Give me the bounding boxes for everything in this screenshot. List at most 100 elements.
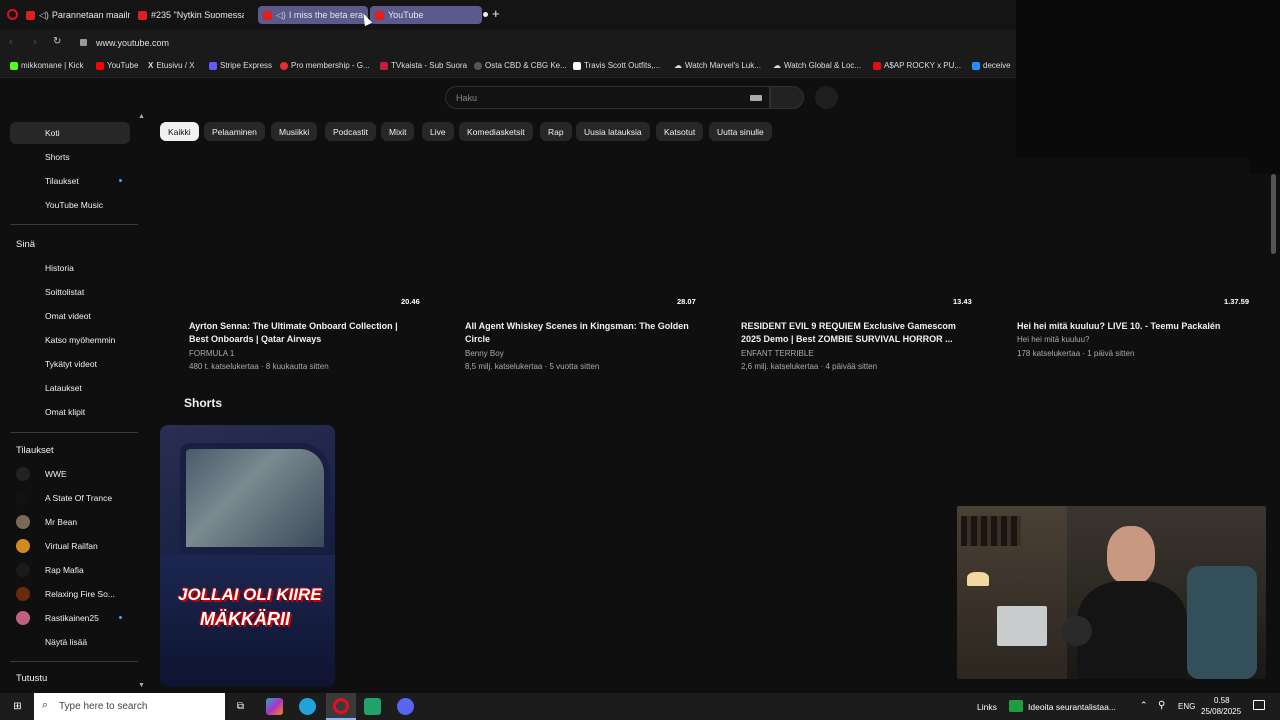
divider [10, 432, 138, 433]
tab-nytkin[interactable]: #235 "Nytkin Suomessa o [138, 6, 244, 24]
tab-beta-era[interactable]: ◁) I miss the beta era × [258, 6, 368, 24]
bookmark-global[interactable]: ☁ Watch Global & Loc... [773, 61, 861, 70]
bookmark-cbd[interactable]: Osta CBD & CBG Ke... [474, 61, 567, 70]
network-icon[interactable]: ⚲ [1158, 700, 1165, 711]
video-thumbnail[interactable] [160, 158, 422, 306]
back-icon[interactable]: ‹ [9, 36, 13, 48]
sidebar-item-label: Koti [45, 128, 60, 138]
video-thumbnail[interactable] [988, 158, 1250, 306]
bookmark-x[interactable]: X Etusivu / X [148, 61, 195, 70]
voice-search-icon[interactable] [815, 86, 838, 109]
sidebar-sub-rastikainen25[interactable]: Rastikainen25 [10, 607, 130, 629]
links-label[interactable]: Links [977, 702, 997, 712]
sidebar-sub-mr-bean[interactable]: Mr Bean [10, 511, 130, 533]
clock-date[interactable]: 25/08/2025 [1201, 707, 1241, 716]
language-indicator[interactable]: ENG [1178, 702, 1195, 711]
sidebar-sub-relaxing-fire[interactable]: Relaxing Fire So... [10, 583, 130, 605]
cloud-icon: ☁ [773, 61, 781, 70]
forward-icon[interactable]: › [33, 36, 37, 48]
opera-logo-icon[interactable] [7, 9, 18, 20]
channel-name[interactable]: ENFANT TERRIBLE [741, 349, 814, 358]
sidebar-item-downloads[interactable]: Lataukset [10, 377, 130, 399]
bookmark-kick[interactable]: mikkomane | Kick [10, 61, 84, 70]
duration-badge: 28.07 [677, 297, 696, 306]
sidebar-scroll-up-icon[interactable]: ▲ [138, 113, 145, 120]
search-button[interactable] [770, 86, 804, 109]
bookmark-travis[interactable]: Travis Scott Outfits,... [573, 61, 660, 70]
chevron-up-icon[interactable]: ⌃ [1140, 700, 1148, 711]
video-thumbnail[interactable] [436, 158, 698, 306]
sidebar-item-home[interactable]: Koti [10, 122, 130, 144]
reload-icon[interactable]: ↻ [53, 36, 61, 47]
edge-browser-icon[interactable] [299, 698, 316, 715]
sidebar-sub-rap-mafia[interactable]: Rap Mafia [10, 559, 130, 581]
sidebar-item-history[interactable]: Historia [10, 257, 130, 279]
app-icon[interactable] [266, 698, 283, 715]
sidebar-item-shorts[interactable]: Shorts [10, 146, 130, 168]
task-view-icon[interactable]: ⧉ [232, 698, 249, 715]
video-title[interactable]: All Agent Whiskey Scenes in Kingsman: Th… [465, 320, 695, 346]
channel-name[interactable]: Hei hei mitä kuuluu? [1017, 335, 1089, 344]
bookmark-deceive[interactable]: deceive [972, 61, 1011, 70]
opera-taskbar-active[interactable] [326, 693, 356, 720]
sidebar-item-your-clips[interactable]: Omat klipit [10, 401, 130, 423]
video-thumbnail[interactable] [712, 158, 974, 306]
bookmark-pro-membership[interactable]: Pro membership - G... [280, 61, 370, 70]
tab-parannetaan[interactable]: ◁) Parannetaan maailma [26, 6, 130, 24]
chip-gaming[interactable]: Pelaaminen [204, 122, 265, 141]
bookmark-label: Travis Scott Outfits,... [584, 61, 661, 70]
short-thumbnail[interactable]: JOLLAI OLI KIIRE MÄKKÄRII [160, 425, 335, 687]
search-input[interactable]: Haku [456, 93, 477, 103]
duration-badge: 13.43 [953, 297, 972, 306]
chip-new-to-you[interactable]: Uutta sinulle [709, 122, 772, 141]
sidebar-sub-wwe[interactable]: WWE [10, 463, 130, 485]
bookmark-stripe[interactable]: Stripe Express [209, 61, 272, 70]
sidebar-sub-asot[interactable]: A State Of Trance [10, 487, 130, 509]
taskbar-search-box[interactable]: ⌕ Type here to search [34, 693, 225, 720]
search-box[interactable]: Haku [445, 86, 770, 109]
bookmark-label: YouTube [107, 61, 139, 70]
chip-podcasts[interactable]: Podcastit [325, 122, 376, 141]
bookmark-asap[interactable]: A$AP ROCKY x PU... [873, 61, 961, 70]
bookmark-youtube[interactable]: YouTube [96, 61, 138, 70]
video-title[interactable]: RESIDENT EVIL 9 REQUIEM Exclusive Gamesc… [741, 320, 971, 346]
clock-time[interactable]: 0.58 [1214, 696, 1230, 705]
channel-avatar [16, 491, 30, 505]
keyboard-icon[interactable] [750, 95, 762, 101]
action-center-icon[interactable] [1253, 700, 1265, 710]
chip-all[interactable]: Kaikki [160, 122, 199, 141]
sidebar-scroll-down-icon[interactable]: ▼ [138, 682, 145, 689]
video-title[interactable]: Ayrton Senna: The Ultimate Onboard Colle… [189, 320, 419, 346]
bookmark-marvel[interactable]: ☁ Watch Marvel's Luk... [674, 61, 761, 70]
app-icon[interactable] [364, 698, 381, 715]
chip-mixes[interactable]: Mixit [381, 122, 415, 141]
sidebar-item-liked-videos[interactable]: Tykätyt videot [10, 353, 130, 375]
sidebar-sub-virtual-railfan[interactable]: Virtual Railfan [10, 535, 130, 557]
sidebar-item-subscriptions[interactable]: Tilaukset [10, 170, 130, 192]
discord-icon[interactable] [397, 698, 414, 715]
taskbar-search-input[interactable]: Type here to search [59, 701, 147, 712]
sidebar-show-more[interactable]: Näytä lisää [10, 631, 130, 653]
chip-comedy[interactable]: Komediasketsit [459, 122, 533, 141]
tab-youtube[interactable]: YouTube [370, 6, 482, 24]
channel-name[interactable]: FORMULA 1 [189, 349, 234, 358]
channel-name[interactable]: Benny Boy [465, 349, 504, 358]
sidebar-item-your-videos[interactable]: Omat videot [10, 305, 130, 327]
sidebar-item-youtube-music[interactable]: YouTube Music [10, 194, 130, 216]
section-heading-you[interactable]: Sinä [16, 239, 35, 250]
windows-start-icon[interactable]: ⊞ [9, 698, 26, 715]
video-title[interactable]: Hei hei mitä kuuluu? LIVE 10. - Teemu Pa… [1017, 320, 1247, 333]
sidebar-item-watch-later[interactable]: Katso myöhemmin [10, 329, 130, 351]
sidebar-item-playlists[interactable]: Soittolistat [10, 281, 130, 303]
chip-watched[interactable]: Katsotut [656, 122, 704, 141]
notification-text[interactable]: Ideoita seurantalistaa... [1028, 702, 1116, 712]
chip-live[interactable]: Live [422, 122, 454, 141]
travis-icon [573, 61, 581, 70]
chip-music[interactable]: Musiikki [271, 122, 318, 141]
new-tab-icon[interactable]: + [492, 7, 500, 21]
chip-rap[interactable]: Rap [540, 122, 572, 141]
page-scrollbar[interactable] [1271, 174, 1276, 254]
url-text[interactable]: www.youtube.com [96, 38, 169, 48]
chip-new-uploads[interactable]: Uusia latauksia [576, 122, 650, 141]
bookmark-tvkaista[interactable]: TVkaista - Sub Suora [380, 61, 467, 70]
